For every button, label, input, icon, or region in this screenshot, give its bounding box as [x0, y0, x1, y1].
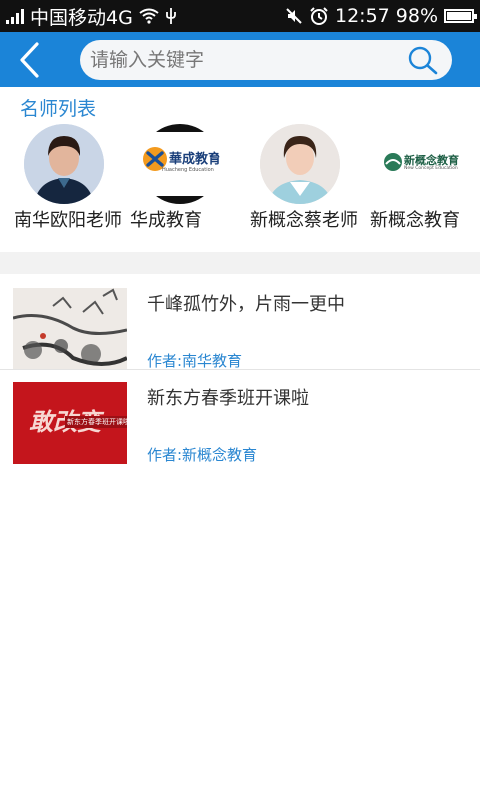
article-item[interactable]: 敢改变 新东方春季班开课啦! 新东方春季班开课啦 作者:新概念教育: [0, 372, 480, 468]
logo-subtext: New Concept Education: [404, 166, 458, 171]
battery-label: 98%: [395, 5, 438, 27]
article-thumbnail: [13, 288, 127, 370]
new-concept-logo-icon: [384, 153, 402, 171]
avatar: 新概念教育 New Concept Education: [380, 124, 460, 204]
teacher-name: 新概念教育: [370, 210, 460, 231]
signal-icon: [6, 8, 24, 24]
teacher-item[interactable]: 新概念教育 New Concept Education 新概念教育: [362, 124, 478, 232]
logo-text: 華成教育: [169, 152, 220, 167]
header-bar: [0, 32, 480, 87]
back-button[interactable]: [8, 38, 52, 82]
clock-label: 12:57: [335, 5, 390, 27]
avatar: [260, 124, 340, 204]
article-author: 作者:新概念教育: [147, 446, 258, 464]
logo-subtext: Huacheng Education: [162, 167, 214, 173]
teacher-name: 华成教育: [130, 210, 202, 231]
thumb-subtext: 新东方春季班开课啦!: [65, 416, 127, 428]
teacher-item[interactable]: 華成教育 Huacheng Education 华成教育: [122, 124, 238, 232]
wifi-icon: [139, 8, 159, 24]
article-item[interactable]: 千峰孤竹外，片雨一更中 作者:南华教育: [0, 278, 480, 374]
carrier-label: 中国移动4G: [30, 6, 133, 29]
teacher-list: 南华欧阳老师 華成教育 Huacheng Education 华成教育 新概念蔡…: [0, 124, 480, 250]
chevron-left-icon: [20, 42, 39, 78]
article-author: 作者:南华教育: [147, 352, 243, 370]
mute-icon: [286, 8, 302, 24]
teacher-name: 新概念蔡老师: [250, 210, 358, 231]
battery-icon: [444, 9, 477, 23]
section-title: 名师列表: [20, 98, 97, 120]
article-title: 千峰孤竹外，片雨一更中: [147, 294, 345, 315]
article-title: 新东方春季班开课啦: [147, 388, 309, 409]
teacher-item[interactable]: 新概念蔡老师: [242, 124, 358, 232]
section-separator: [0, 252, 480, 274]
alarm-icon: [310, 7, 328, 25]
search-box[interactable]: [80, 40, 452, 80]
divider: [0, 369, 480, 370]
usb-icon: [165, 8, 176, 24]
teacher-item[interactable]: 南华欧阳老师: [6, 124, 122, 232]
battery-level: [447, 12, 471, 20]
article-thumbnail: 敢改变 新东方春季班开课啦!: [13, 382, 127, 464]
avatar: [24, 124, 104, 204]
teacher-name: 南华欧阳老师: [14, 210, 122, 231]
search-icon[interactable]: [406, 44, 440, 76]
status-bar: 中国移动4G 12:57 98%: [0, 0, 480, 32]
search-input[interactable]: [88, 48, 402, 72]
avatar: 華成教育 Huacheng Education: [140, 124, 220, 204]
